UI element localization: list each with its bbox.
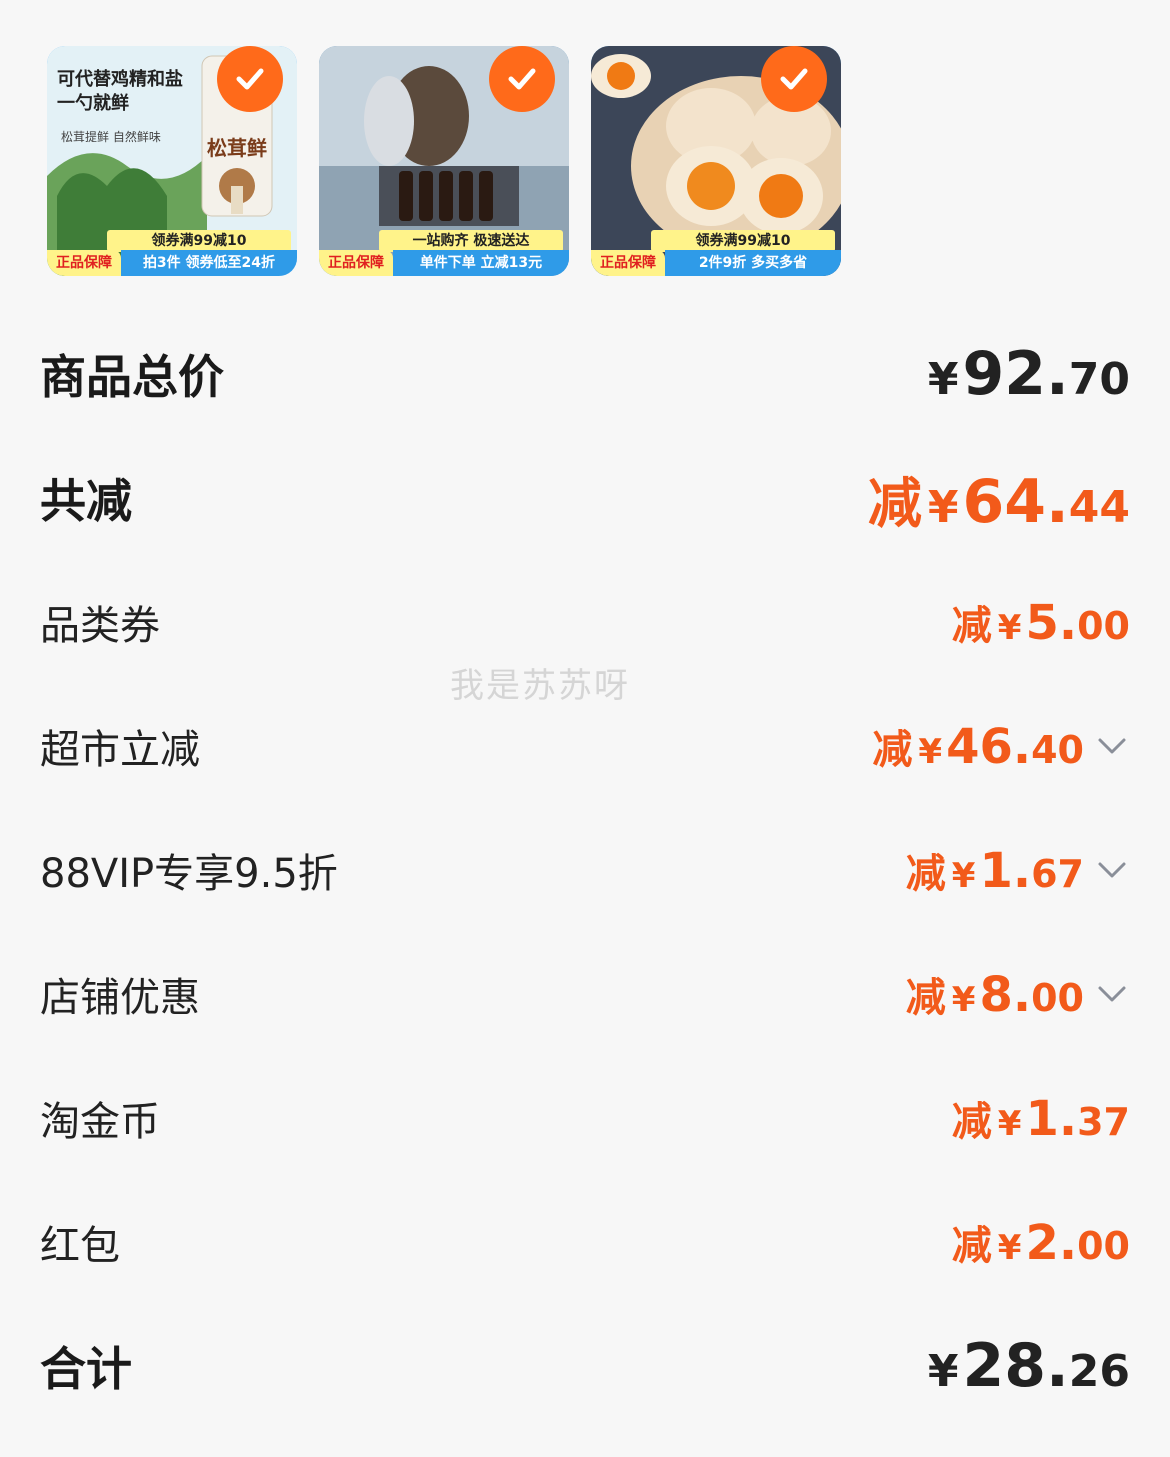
discount-label: 店铺优惠 [40, 975, 200, 1021]
chevron-down-icon[interactable] [1094, 852, 1130, 888]
chevron-down-icon[interactable] [1094, 976, 1130, 1012]
discount-label: 超市立减 [40, 727, 200, 773]
product-promo-top: 领券满99减10 [651, 230, 835, 252]
product-thumb-seasoning[interactable]: 可代替鸡精和盐 一勺就鲜 松茸提鲜 自然鲜味 松茸鲜 领券满99减10 正品保障… [47, 46, 297, 276]
goods-total-label: 商品总价 [40, 350, 224, 404]
discount-label: 品类券 [40, 603, 160, 649]
selected-check-icon[interactable] [761, 46, 827, 112]
product-promo-bottom: 单件下单 立减13元 [393, 250, 569, 276]
selected-check-icon[interactable] [489, 46, 555, 112]
product-promo-bottom: 2件9折 多买多省 [665, 250, 841, 276]
discount-amount: 减 ¥1. 37 [951, 1091, 1130, 1147]
final-total-amount: ¥28. 26 [927, 1331, 1130, 1401]
price-summary: 商品总价 ¥92. 70 共减 减 ¥64. 44 品类券 减 ¥5. 00 超市立减 减… [0, 312, 1170, 1428]
row-red-packet: 红包 减 ¥2. 00 [0, 1180, 1170, 1304]
row-total-saved: 共减 减 ¥64. 44 [0, 436, 1170, 560]
discount-label: 淘金币 [40, 1099, 160, 1145]
discount-label: 红包 [40, 1223, 120, 1269]
goods-total-amount: ¥92. 70 [927, 339, 1130, 409]
product-promo-top: 一站购齐 极速送达 [379, 230, 563, 252]
row-final-total: 合计 ¥28. 26 [0, 1304, 1170, 1428]
product-subtitle: 松茸提鲜 自然鲜味 [61, 130, 161, 144]
authentic-badge: 正品保障 [47, 250, 121, 276]
discount-amount: 减 ¥1. 67 [905, 843, 1084, 899]
product-promo-top: 领券满99减10 [107, 230, 291, 252]
discount-label: 88VIP专享9.5折 [40, 851, 338, 897]
product-thumb-cola[interactable]: 一站购齐 极速送达 正品保障 单件下单 立减13元 [319, 46, 569, 276]
row-taojinbi: 淘金币 减 ¥1. 37 [0, 1056, 1170, 1180]
total-saved-amount: 减 ¥64. 44 [867, 466, 1130, 537]
row-store-discount[interactable]: 店铺优惠 减 ¥8. 00 [0, 932, 1170, 1056]
discount-amount: 减 ¥46. 40 [872, 719, 1084, 775]
final-total-label: 合计 [40, 1342, 132, 1396]
product-brand: 松茸鲜 [207, 136, 267, 160]
discount-amount: 减 ¥5. 00 [951, 595, 1130, 651]
authentic-badge: 正品保障 [319, 250, 393, 276]
total-saved-label: 共减 [40, 474, 132, 528]
product-promo-bottom: 拍3件 领券低至24折 [121, 250, 297, 276]
selected-products: 可代替鸡精和盐 一勺就鲜 松茸提鲜 自然鲜味 松茸鲜 领券满99减10 正品保障… [0, 0, 1170, 300]
discount-amount: 减 ¥2. 00 [951, 1215, 1130, 1271]
row-goods-total: 商品总价 ¥92. 70 [0, 312, 1170, 436]
product-headline: 可代替鸡精和盐 一勺就鲜 [57, 69, 183, 114]
selected-check-icon[interactable] [217, 46, 283, 112]
watermark: 我是苏苏呀 [450, 666, 630, 706]
product-thumb-eggs[interactable]: 领券满99减10 正品保障 2件9折 多买多省 [591, 46, 841, 276]
authentic-badge: 正品保障 [591, 250, 665, 276]
chevron-down-icon[interactable] [1094, 728, 1130, 764]
discount-amount: 减 ¥8. 00 [905, 967, 1084, 1023]
row-88vip-discount[interactable]: 88VIP专享9.5折 减 ¥1. 67 [0, 808, 1170, 932]
